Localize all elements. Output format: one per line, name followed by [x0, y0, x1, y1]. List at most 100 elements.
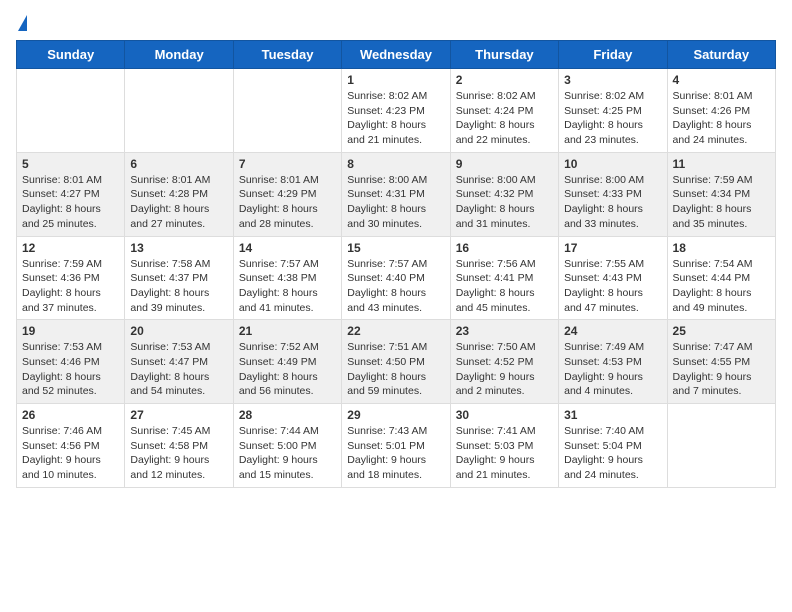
- day-number: 5: [22, 157, 119, 171]
- calendar-cell: 1Sunrise: 8:02 AMSunset: 4:23 PMDaylight…: [342, 69, 450, 153]
- day-detail: Sunrise: 8:01 AM: [130, 173, 227, 188]
- day-detail: Daylight: 8 hours and 54 minutes.: [130, 370, 227, 399]
- day-number: 31: [564, 408, 661, 422]
- day-detail: Daylight: 8 hours and 41 minutes.: [239, 286, 336, 315]
- day-number: 20: [130, 324, 227, 338]
- calendar-table: SundayMondayTuesdayWednesdayThursdayFrid…: [16, 40, 776, 488]
- day-detail: Sunrise: 7:44 AM: [239, 424, 336, 439]
- day-detail: Sunrise: 7:41 AM: [456, 424, 553, 439]
- calendar-cell: 31Sunrise: 7:40 AMSunset: 5:04 PMDayligh…: [559, 404, 667, 488]
- day-detail: Daylight: 8 hours and 24 minutes.: [673, 118, 770, 147]
- day-detail: Sunrise: 7:59 AM: [22, 257, 119, 272]
- day-number: 28: [239, 408, 336, 422]
- day-detail: Sunrise: 7:51 AM: [347, 340, 444, 355]
- day-number: 7: [239, 157, 336, 171]
- day-detail: Sunset: 4:25 PM: [564, 104, 661, 119]
- day-detail: Sunset: 4:47 PM: [130, 355, 227, 370]
- day-detail: Sunset: 4:44 PM: [673, 271, 770, 286]
- day-number: 9: [456, 157, 553, 171]
- day-number: 24: [564, 324, 661, 338]
- day-number: 25: [673, 324, 770, 338]
- day-detail: Sunset: 4:31 PM: [347, 187, 444, 202]
- day-detail: Sunset: 4:29 PM: [239, 187, 336, 202]
- calendar-cell: 10Sunrise: 8:00 AMSunset: 4:33 PMDayligh…: [559, 152, 667, 236]
- day-detail: Sunset: 4:28 PM: [130, 187, 227, 202]
- calendar-header-row: SundayMondayTuesdayWednesdayThursdayFrid…: [17, 41, 776, 69]
- day-detail: Sunrise: 7:50 AM: [456, 340, 553, 355]
- day-detail: Daylight: 8 hours and 28 minutes.: [239, 202, 336, 231]
- day-number: 10: [564, 157, 661, 171]
- calendar-cell: 2Sunrise: 8:02 AMSunset: 4:24 PMDaylight…: [450, 69, 558, 153]
- day-detail: Sunset: 4:26 PM: [673, 104, 770, 119]
- day-detail: Sunrise: 7:52 AM: [239, 340, 336, 355]
- calendar-cell: 19Sunrise: 7:53 AMSunset: 4:46 PMDayligh…: [17, 320, 125, 404]
- calendar-cell: 7Sunrise: 8:01 AMSunset: 4:29 PMDaylight…: [233, 152, 341, 236]
- calendar-cell: 25Sunrise: 7:47 AMSunset: 4:55 PMDayligh…: [667, 320, 775, 404]
- day-number: 3: [564, 73, 661, 87]
- calendar-cell: 14Sunrise: 7:57 AMSunset: 4:38 PMDayligh…: [233, 236, 341, 320]
- day-number: 29: [347, 408, 444, 422]
- day-detail: Daylight: 8 hours and 37 minutes.: [22, 286, 119, 315]
- calendar-day-header: Saturday: [667, 41, 775, 69]
- day-detail: Daylight: 8 hours and 21 minutes.: [347, 118, 444, 147]
- day-detail: Daylight: 8 hours and 30 minutes.: [347, 202, 444, 231]
- day-detail: Daylight: 8 hours and 39 minutes.: [130, 286, 227, 315]
- day-detail: Daylight: 8 hours and 22 minutes.: [456, 118, 553, 147]
- calendar-cell: 30Sunrise: 7:41 AMSunset: 5:03 PMDayligh…: [450, 404, 558, 488]
- day-detail: Sunset: 4:55 PM: [673, 355, 770, 370]
- day-detail: Sunset: 4:52 PM: [456, 355, 553, 370]
- calendar-cell: 28 Sunrise: 7:44 AMSunset: 5:00 PMDayligh…: [233, 404, 341, 488]
- day-number: 14: [239, 241, 336, 255]
- day-detail: Sunrise: 7:57 AM: [239, 257, 336, 272]
- day-detail: Sunrise: 7:55 AM: [564, 257, 661, 272]
- day-detail: Sunrise: 7:40 AM: [564, 424, 661, 439]
- calendar-day-header: Sunday: [17, 41, 125, 69]
- day-detail: Sunrise: 7:47 AM: [673, 340, 770, 355]
- day-detail: Daylight: 8 hours and 27 minutes.: [130, 202, 227, 231]
- day-detail: Sunset: 4:49 PM: [239, 355, 336, 370]
- day-number: 22: [347, 324, 444, 338]
- day-detail: Sunset: 4:43 PM: [564, 271, 661, 286]
- day-detail: Sunrise: 7:53 AM: [130, 340, 227, 355]
- day-detail: Sunset: 4:24 PM: [456, 104, 553, 119]
- calendar-cell: 26Sunrise: 7:46 AMSunset: 4:56 PMDayligh…: [17, 404, 125, 488]
- day-detail: Sunset: 5:00 PM: [239, 439, 336, 454]
- day-detail: Sunrise: 7:57 AM: [347, 257, 444, 272]
- day-number: 11: [673, 157, 770, 171]
- day-detail: Sunrise: 8:00 AM: [456, 173, 553, 188]
- calendar-cell: 21 Sunrise: 7:52 AMSunset: 4:49 PMDayligh…: [233, 320, 341, 404]
- day-number: 8: [347, 157, 444, 171]
- day-detail: Sunset: 4:50 PM: [347, 355, 444, 370]
- day-number: 13: [130, 241, 227, 255]
- day-detail: Sunrise: 8:01 AM: [22, 173, 119, 188]
- day-detail: Sunrise: 8:00 AM: [347, 173, 444, 188]
- day-detail: Daylight: 8 hours and 56 minutes.: [239, 370, 336, 399]
- day-number: 4: [673, 73, 770, 87]
- day-detail: Sunrise: 7:45 AM: [130, 424, 227, 439]
- day-number: 6: [130, 157, 227, 171]
- calendar-cell: 23Sunrise: 7:50 AMSunset: 4:52 PMDayligh…: [450, 320, 558, 404]
- calendar-cell: 4Sunrise: 8:01 AMSunset: 4:26 PMDaylight…: [667, 69, 775, 153]
- calendar-cell: 9Sunrise: 8:00 AMSunset: 4:32 PMDaylight…: [450, 152, 558, 236]
- calendar-cell: 29Sunrise: 7:43 AMSunset: 5:01 PMDayligh…: [342, 404, 450, 488]
- day-detail: Daylight: 8 hours and 43 minutes.: [347, 286, 444, 315]
- day-number: 21: [239, 324, 336, 338]
- day-detail: Daylight: 9 hours and 15 minutes.: [239, 453, 336, 482]
- day-detail: Daylight: 9 hours and 4 minutes.: [564, 370, 661, 399]
- calendar-day-header: Monday: [125, 41, 233, 69]
- day-detail: Sunset: 5:04 PM: [564, 439, 661, 454]
- day-number: 12: [22, 241, 119, 255]
- day-detail: Daylight: 9 hours and 10 minutes.: [22, 453, 119, 482]
- day-number: 27: [130, 408, 227, 422]
- calendar-cell: [667, 404, 775, 488]
- calendar-week-row: 1Sunrise: 8:02 AMSunset: 4:23 PMDaylight…: [17, 69, 776, 153]
- calendar-cell: 3Sunrise: 8:02 AMSunset: 4:25 PMDaylight…: [559, 69, 667, 153]
- calendar-cell: 11Sunrise: 7:59 AMSunset: 4:34 PMDayligh…: [667, 152, 775, 236]
- day-detail: Sunrise: 7:46 AM: [22, 424, 119, 439]
- day-detail: Sunset: 4:23 PM: [347, 104, 444, 119]
- day-detail: Sunrise: 8:02 AM: [347, 89, 444, 104]
- day-detail: Daylight: 8 hours and 49 minutes.: [673, 286, 770, 315]
- day-detail: Sunset: 4:36 PM: [22, 271, 119, 286]
- day-detail: Sunset: 4:58 PM: [130, 439, 227, 454]
- day-number: 26: [22, 408, 119, 422]
